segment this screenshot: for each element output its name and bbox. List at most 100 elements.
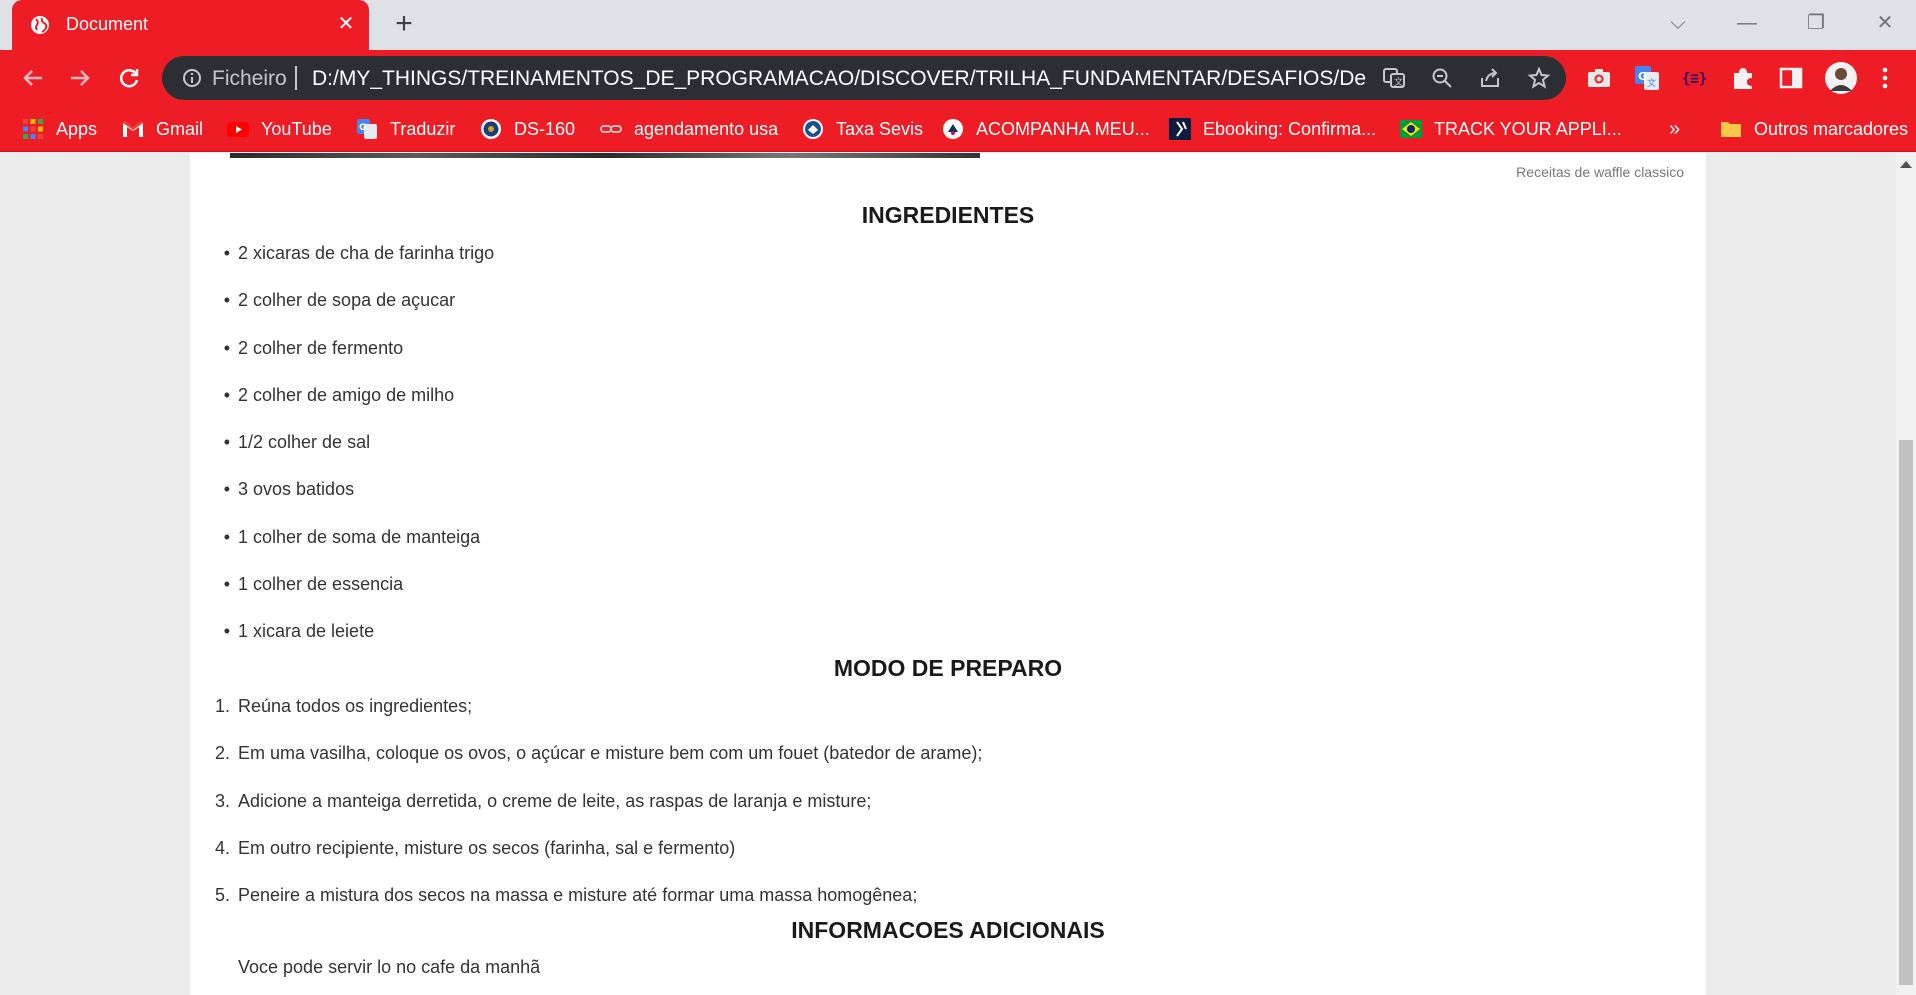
bookmarks-bar: Apps Gmail YouTube G Traduzir DS-160 age… (0, 106, 1916, 152)
back-button[interactable] (16, 61, 50, 95)
side-panel-icon[interactable] (1776, 63, 1806, 93)
bookmark-label: Traduzir (390, 118, 456, 139)
reload-button[interactable] (112, 61, 146, 95)
link-icon (600, 125, 622, 133)
list-item: • 2 colher de amigo de milho (190, 384, 1290, 431)
bookmark-apps[interactable]: Apps (22, 116, 97, 142)
address-bar[interactable]: Ficheiro D:/MY_THINGS/TREINAMENTOS_DE_PR… (162, 56, 1566, 100)
globe-icon (31, 16, 49, 34)
page-viewport: Receitas de waffle classico INGREDIENTES… (0, 153, 1896, 995)
bookmark-gmail[interactable]: Gmail (122, 116, 203, 142)
svg-text:G: G (359, 123, 366, 133)
apps-grid-icon (23, 119, 43, 139)
list-item: • 1 colher de soma de manteiga (190, 526, 1290, 573)
preparation-steps: 1. Reúna todos os ingredientes; 2. Em uma … (190, 695, 1290, 931)
list-item: • 2 colher de sopa de açucar (190, 289, 1290, 336)
youtube-icon (227, 122, 249, 137)
bullet-marker: • (223, 479, 230, 500)
bullet-marker: • (223, 243, 230, 263)
svg-text:文: 文 (1394, 76, 1403, 88)
list-item: 2. Em uma vasilha, coloque os ovos, o açú… (190, 742, 1290, 789)
bookmark-ebooking[interactable]: Ebooking: Confirma... (1169, 116, 1376, 142)
share-icon[interactable] (1478, 66, 1502, 90)
restore-button[interactable]: ❐ (1791, 8, 1841, 38)
arrow-left-icon (23, 70, 42, 86)
bookmark-acompanha[interactable]: ACOMPANHA MEU... (942, 116, 1150, 142)
bullet-marker: • (223, 337, 230, 358)
profile-avatar[interactable] (1824, 61, 1858, 95)
ingredients-heading: INGREDIENTES (861, 202, 1035, 228)
navigation-toolbar: Ficheiro D:/MY_THINGS/TREINAMENTOS_DE_PR… (0, 50, 1916, 106)
ebooking-icon (1169, 118, 1191, 140)
folder-icon (1721, 122, 1741, 137)
step-number: 3. (214, 790, 230, 811)
bookmark-agendamento[interactable]: agendamento usa (600, 116, 778, 142)
info-icon[interactable] (182, 68, 202, 88)
scrollbar-thumb[interactable] (1899, 440, 1913, 985)
bullet-marker: • (223, 384, 230, 405)
translate-page-icon[interactable]: 文 (1382, 66, 1406, 90)
tab-strip: Document ✕ + ⌵ — ❐ ✕ (0, 0, 1916, 50)
tab-document[interactable]: Document ✕ (12, 0, 369, 50)
forward-button[interactable] (63, 61, 97, 95)
list-item: • 1 colher de essencia (190, 573, 1290, 620)
url-text[interactable]: D:/MY_THINGS/TREINAMENTOS_DE_PROGRAMACAO… (312, 67, 1367, 91)
bookmark-label: DS-160 (514, 118, 576, 139)
bookmark-star-icon[interactable] (1527, 66, 1551, 90)
bullet-marker: • (223, 621, 230, 642)
recipe-card: Receitas de waffle classico INGREDIENTES… (190, 153, 1706, 995)
bookmarks-overflow-button[interactable]: » (1669, 116, 1680, 142)
bookmark-taxa-sevis[interactable]: Taxa Sevis (802, 116, 923, 142)
translate-icon: G (357, 119, 377, 139)
preparation-heading: MODO DE PREPARO (833, 655, 1063, 681)
bookmark-traduzir[interactable]: G Traduzir (356, 116, 455, 142)
other-bookmarks-folder[interactable]: Outros marcadores (1720, 116, 1908, 142)
bookmark-ds160[interactable]: DS-160 (480, 116, 575, 142)
additional-info-text: Voce pode servir lo no cafe da manhã (238, 957, 541, 977)
dhs-seal-icon (803, 119, 823, 139)
ingredients-list: • 2 xicaras de cha de farinha trigo • 2 co… (190, 242, 1290, 668)
bullet-marker: • (223, 574, 230, 595)
zoom-icon[interactable] (1430, 66, 1454, 90)
bookmark-label: Gmail (156, 118, 204, 139)
step-number: 4. (214, 837, 230, 858)
tab-search-icon[interactable]: ⌵ (1653, 8, 1703, 38)
list-item: • 2 colher de fermento (190, 337, 1290, 384)
scheme-label: Ficheiro (212, 67, 287, 90)
vertical-scrollbar[interactable] (1896, 153, 1916, 995)
gmail-icon (123, 121, 143, 137)
bookmark-label: YouTube (261, 118, 332, 139)
new-tab-button[interactable]: + (390, 9, 418, 39)
uscis-icon (943, 119, 963, 139)
seal-icon (481, 119, 501, 139)
bookmark-label: agendamento usa (634, 118, 779, 139)
additional-info-heading: INFORMACOES ADICIONAIS (791, 917, 1105, 943)
image-caption: Receitas de waffle classico (1516, 164, 1684, 180)
step-number: 2. (214, 743, 230, 764)
extensions-puzzle-icon[interactable] (1728, 63, 1758, 93)
step-number: 1. (214, 696, 230, 716)
arrow-right-icon (71, 70, 90, 86)
reload-icon (119, 69, 139, 88)
bullet-marker: • (223, 432, 230, 453)
google-translate-icon[interactable]: G文 (1632, 63, 1662, 93)
close-window-button[interactable]: ✕ (1860, 8, 1910, 38)
list-item: • 3 ovos batidos (190, 478, 1290, 525)
minimize-button[interactable]: — (1722, 8, 1772, 38)
address-divider (295, 66, 297, 90)
menu-kebab-icon[interactable] (1875, 63, 1895, 93)
tab-title: Document (66, 14, 149, 34)
list-item: • 1/2 colher de sal (190, 431, 1290, 478)
json-extension-icon[interactable]: {≡} (1680, 63, 1710, 93)
bookmark-track-application[interactable]: TRACK YOUR APPLI... (1400, 116, 1622, 142)
bookmark-youtube[interactable]: YouTube (227, 116, 332, 142)
camera-icon[interactable] (1584, 63, 1614, 93)
scroll-up-icon[interactable] (1900, 161, 1912, 168)
bookmark-label: Outros marcadores (1754, 118, 1909, 139)
bookmark-label: Taxa Sevis (836, 118, 924, 139)
tab-close-icon[interactable]: ✕ (335, 13, 357, 35)
bullet-marker: • (223, 290, 230, 311)
svg-text:G: G (1638, 70, 1647, 83)
list-item: 3. Adicione a manteiga derretida, o creme… (190, 790, 1290, 837)
waffle-image (230, 153, 980, 158)
